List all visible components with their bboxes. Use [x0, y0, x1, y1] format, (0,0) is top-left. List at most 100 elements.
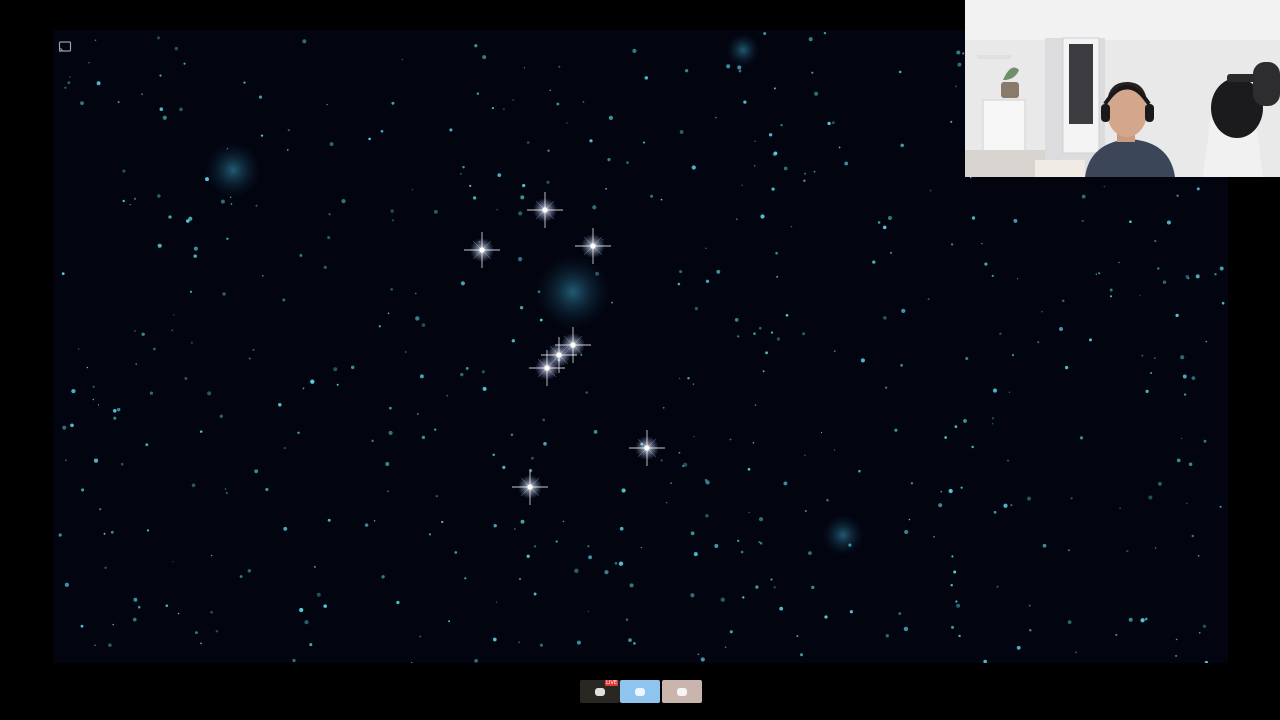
bright-star: [464, 232, 500, 268]
faint-star: [956, 50, 961, 55]
faint-star: [849, 610, 853, 614]
faint-star: [341, 198, 346, 204]
faint-star: [239, 575, 243, 578]
thumbnail-3[interactable]: [662, 680, 702, 703]
faint-star: [953, 570, 957, 574]
faint-star: [287, 128, 290, 132]
faint-star: [539, 318, 543, 322]
faint-star: [800, 653, 803, 657]
faint-star: [174, 46, 178, 51]
faint-star: [117, 101, 120, 104]
faint-star: [416, 413, 419, 415]
faint-star: [618, 561, 624, 566]
faint-star: [112, 623, 115, 626]
faint-star: [64, 86, 67, 89]
faint-star: [371, 439, 374, 443]
faint-star: [1012, 354, 1014, 357]
faint-star: [210, 610, 213, 614]
faint-star: [1198, 631, 1201, 634]
faint-star: [137, 605, 141, 609]
faint-star: [133, 597, 138, 602]
faint-star: [558, 65, 561, 68]
faint-star: [690, 531, 695, 536]
faint-star: [833, 449, 836, 451]
faint-star: [938, 503, 943, 508]
faint-star: [226, 148, 229, 150]
faint-star: [951, 555, 954, 558]
faint-star: [678, 451, 681, 454]
faint-star: [714, 544, 719, 548]
faint-star: [391, 219, 394, 222]
faint-star: [704, 478, 708, 482]
faint-star: [390, 288, 394, 291]
faint-star: [434, 428, 437, 431]
faint-star: [678, 377, 681, 380]
faint-star: [1155, 547, 1157, 549]
faint-star: [720, 597, 725, 602]
faint-star: [1103, 185, 1106, 188]
faint-star: [222, 292, 226, 296]
faint-star: [195, 631, 198, 634]
faint-star: [207, 391, 212, 396]
faint-star: [518, 211, 523, 216]
faint-star: [776, 337, 781, 341]
faint-star: [165, 604, 169, 607]
faint-star: [108, 643, 112, 647]
faint-star: [956, 603, 961, 608]
faint-star: [796, 635, 799, 638]
faint-star: [838, 146, 841, 149]
faint-star: [908, 518, 911, 521]
thumbnail-3-icon: [677, 687, 687, 696]
faint-star: [768, 133, 773, 137]
faint-star: [316, 592, 321, 597]
faint-star: [1214, 272, 1217, 276]
faint-star: [523, 67, 526, 69]
faint-star: [543, 441, 547, 446]
faint-star: [419, 635, 422, 638]
faint-star: [650, 194, 654, 198]
faint-star: [472, 196, 477, 200]
faint-star: [171, 329, 174, 331]
faint-star: [763, 31, 767, 36]
faint-star: [742, 596, 745, 599]
thumbnail-2[interactable]: [620, 680, 660, 703]
thumbnail-1[interactable]: LIVE: [580, 680, 620, 703]
faint-star: [927, 298, 930, 301]
faint-star: [1081, 194, 1086, 199]
cast-icon[interactable]: [58, 41, 72, 53]
faint-star: [771, 187, 775, 191]
faint-star: [1067, 620, 1072, 625]
faint-star: [1195, 274, 1200, 279]
faint-star: [520, 519, 525, 524]
faint-star: [309, 643, 313, 647]
faint-star: [1204, 660, 1208, 663]
faint-star: [533, 592, 537, 596]
faint-star: [230, 196, 232, 198]
faint-star: [110, 530, 114, 534]
faint-star: [587, 545, 590, 548]
faint-star: [510, 433, 514, 437]
faint-star: [173, 314, 175, 316]
faint-star: [929, 189, 932, 192]
faint-star: [255, 204, 258, 207]
faint-star: [428, 533, 432, 536]
faint-star: [313, 565, 316, 568]
faint-star: [168, 215, 172, 219]
faint-star: [497, 173, 502, 177]
faint-star: [191, 483, 196, 488]
faint-star: [882, 225, 887, 230]
faint-star: [539, 643, 543, 647]
faint-star: [1187, 277, 1190, 280]
faint-star: [679, 270, 683, 274]
faint-star: [496, 208, 498, 211]
faint-star: [1157, 267, 1160, 270]
faint-star: [547, 149, 550, 152]
faint-star: [808, 37, 813, 42]
faint-star: [996, 585, 999, 588]
faint-star: [1013, 218, 1018, 223]
faint-star: [156, 36, 161, 40]
faint-star: [901, 308, 906, 314]
faint-star: [804, 510, 807, 512]
faint-star: [327, 236, 331, 240]
faint-star: [495, 601, 498, 603]
